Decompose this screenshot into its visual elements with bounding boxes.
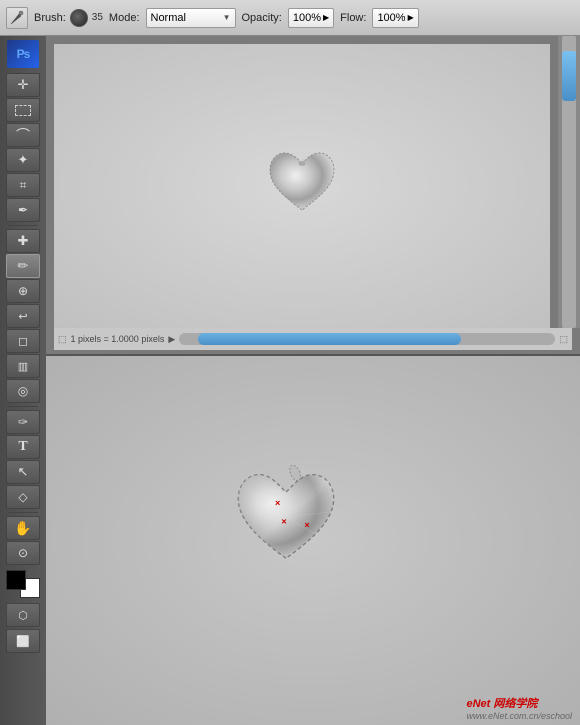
foreground-color-swatch[interactable] (6, 570, 26, 590)
quick-mask-icon: ⬡ (18, 609, 28, 622)
brush-tool-icon[interactable] (6, 7, 28, 29)
tool-pen[interactable]: ✑ (6, 410, 40, 434)
svg-text:×: × (305, 520, 310, 530)
brush-display: Brush: 35 (34, 9, 103, 27)
horizontal-scrollbar[interactable] (179, 333, 555, 345)
tool-separator-3 (8, 512, 38, 513)
top-canvas-wrapper: ⬚ 1 pixels = 1.0000 pixels ▶ ⬚ (46, 36, 580, 356)
flow-arrow-icon: ▶ (408, 13, 414, 22)
tool-wand[interactable]: ✦ (6, 148, 40, 172)
tool-separator-2 (8, 406, 38, 407)
clone-icon: ⊕ (18, 284, 28, 298)
tool-zoom[interactable]: ⊙ (6, 541, 40, 565)
screen-mode-icon: ⬜ (16, 635, 30, 648)
left-toolbar: Ps ✛ ⌒ ✦ ⌗ ✒ ✚ ✏ ⊕ ↩ (0, 36, 46, 725)
path-select-icon: ↖ (18, 464, 29, 480)
tool-move[interactable]: ✛ (6, 73, 40, 97)
tool-text[interactable]: T (6, 435, 40, 459)
crop-icon: ⌗ (20, 178, 27, 193)
brush-icon: ✏ (18, 258, 29, 274)
opacity-box[interactable]: 100% ▶ (288, 8, 334, 28)
content-area: ⬚ 1 pixels = 1.0000 pixels ▶ ⬚ (46, 36, 580, 725)
tool-clone[interactable]: ⊕ (6, 279, 40, 303)
bottom-canvas-wrapper[interactable]: × × × eNet 网络学院 www.eNet.com.cn/eschool (46, 356, 580, 725)
tool-dodge[interactable]: ◎ (6, 379, 40, 403)
marquee-icon (15, 105, 31, 116)
watermark: eNet 网络学院 www.eNet.com.cn/eschool (466, 695, 572, 721)
opacity-arrow-icon: ▶ (323, 13, 329, 22)
opacity-label: Opacity: (242, 12, 282, 24)
watermark-line2: www.eNet.com.cn/eschool (466, 711, 572, 721)
tool-separator-1 (8, 225, 38, 226)
mode-label: Mode: (109, 12, 140, 24)
shape-icon: ◇ (18, 490, 27, 504)
tool-marquee[interactable] (6, 98, 40, 122)
tool-eraser[interactable]: ◻ (6, 329, 40, 353)
heart-apple-top (262, 142, 342, 222)
tool-quick-mask[interactable]: ⬡ (6, 603, 40, 627)
chevron-down-icon: ▼ (223, 13, 231, 22)
ps-logo: Ps (7, 40, 39, 68)
mode-value: Normal (151, 12, 186, 24)
canvas-background (54, 44, 550, 328)
heal-icon: ✚ (18, 233, 29, 249)
watermark-line1: eNet 网络学院 (466, 695, 572, 711)
brush-size: 35 (92, 12, 103, 23)
heart-apple-bottom: × × × (231, 462, 341, 582)
tool-screen-mode[interactable]: ⬜ (6, 629, 40, 653)
brush-label: Brush: (34, 12, 66, 24)
bottom-canvas: × × × (46, 356, 580, 725)
tool-hand[interactable]: ✋ (6, 516, 40, 540)
svg-text:×: × (282, 516, 287, 526)
pen-icon: ✑ (18, 415, 28, 429)
right-dots-panel (558, 36, 580, 328)
dodge-icon: ◎ (18, 384, 28, 398)
canvas-scrollbar: ⬚ 1 pixels = 1.0000 pixels ▶ ⬚ (54, 328, 572, 350)
flow-value: 100% (377, 12, 405, 24)
hand-icon: ✋ (14, 520, 31, 537)
tool-heal[interactable]: ✚ (6, 229, 40, 253)
top-canvas[interactable] (54, 44, 550, 328)
tool-lasso[interactable]: ⌒ (6, 123, 40, 147)
horizontal-scrollbar-thumb[interactable] (198, 333, 461, 345)
mode-dropdown[interactable]: Normal ▼ (146, 8, 236, 28)
zoom-icon: ⊙ (18, 546, 28, 560)
opacity-value: 100% (293, 12, 321, 24)
flow-label: Flow: (340, 12, 366, 24)
tool-history[interactable]: ↩ (6, 304, 40, 328)
lasso-icon: ⌒ (16, 125, 30, 145)
top-toolbar: Brush: 35 Mode: Normal ▼ Opacity: 100% ▶… (0, 0, 580, 36)
svg-text:×: × (275, 498, 280, 508)
tool-path-select[interactable]: ↖ (6, 460, 40, 484)
tool-shape[interactable]: ◇ (6, 485, 40, 509)
brush-preview[interactable] (70, 9, 88, 27)
main-layout: Ps ✛ ⌒ ✦ ⌗ ✒ ✚ ✏ ⊕ ↩ (0, 36, 580, 725)
gradient-icon: ▥ (18, 360, 28, 373)
history-icon: ↩ (18, 310, 27, 323)
tool-eyedropper[interactable]: ✒ (6, 198, 40, 222)
flow-box[interactable]: 100% ▶ (372, 8, 418, 28)
tool-brush[interactable]: ✏ (6, 254, 40, 278)
move-icon: ✛ (18, 77, 29, 93)
scroll-info: 1 pixels = 1.0000 pixels (71, 334, 165, 344)
wand-icon: ✦ (18, 152, 29, 168)
vertical-scrollbar-thumb[interactable] (562, 51, 576, 101)
tool-gradient[interactable]: ▥ (6, 354, 40, 378)
color-swatches[interactable] (6, 570, 40, 598)
text-icon: T (18, 439, 27, 455)
tool-crop[interactable]: ⌗ (6, 173, 40, 197)
eraser-icon: ◻ (18, 334, 28, 348)
eyedropper-icon: ✒ (18, 203, 28, 217)
